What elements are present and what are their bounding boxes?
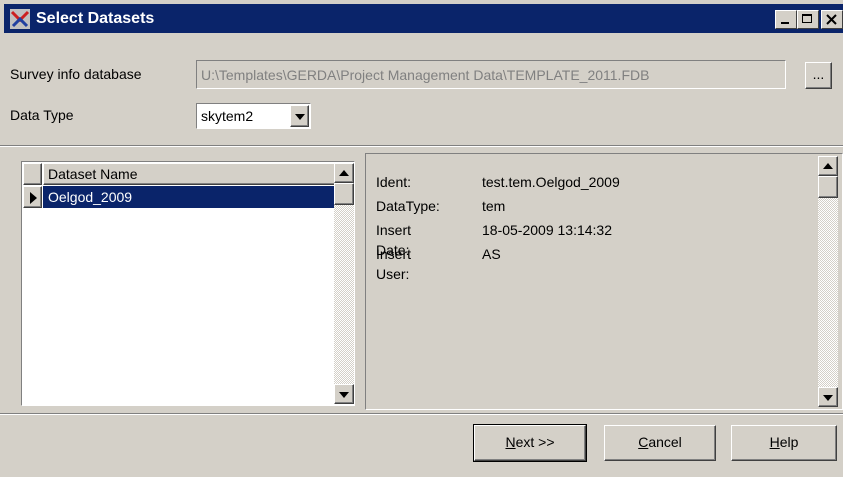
- dataset-info-panel: Ident: test.tem.Oelgod_2009 DataType: te…: [365, 153, 843, 410]
- browse-button[interactable]: ...: [805, 62, 832, 89]
- datatype-value: tem: [482, 198, 506, 214]
- info-scroll-down-button[interactable]: [818, 387, 838, 407]
- grid-scroll-up-button[interactable]: [334, 163, 354, 183]
- info-scroll-thumb[interactable]: [818, 176, 838, 198]
- data-type-dropdown-button[interactable]: [290, 105, 309, 127]
- datatype-label: DataType:: [376, 198, 440, 214]
- survey-info-label: Survey info database: [10, 66, 142, 82]
- next-hotkey: N: [505, 434, 516, 450]
- ident-label: Ident:: [376, 174, 412, 190]
- grid-scrollbar[interactable]: [334, 163, 354, 404]
- minimize-icon: [781, 22, 789, 24]
- next-button[interactable]: Next >>: [473, 424, 587, 462]
- maximize-button[interactable]: [797, 10, 819, 29]
- help-label: elp: [779, 434, 799, 450]
- maximize-icon: [802, 14, 812, 23]
- survey-path-field[interactable]: [196, 60, 786, 89]
- ident-value: test.tem.Oelgod_2009: [482, 174, 620, 190]
- select-datasets-window: Select Datasets Survey info database ...…: [0, 0, 843, 477]
- top-divider: [0, 145, 843, 147]
- grid-scroll-down-button[interactable]: [334, 384, 354, 404]
- info-scroll-up-button[interactable]: [818, 156, 838, 176]
- insert-user-label: Insert User:: [376, 246, 412, 282]
- arrow-up-icon: [823, 163, 833, 169]
- table-row[interactable]: Oelgod_2009: [43, 186, 343, 208]
- window-title: Select Datasets: [36, 10, 155, 27]
- grid-corner-cell: [23, 163, 42, 185]
- cancel-hotkey: C: [638, 434, 649, 450]
- data-type-value: skytem2: [201, 108, 254, 124]
- close-button[interactable]: [821, 10, 843, 29]
- info-scrollbar[interactable]: [818, 156, 838, 407]
- current-row-icon: [30, 192, 37, 204]
- data-type-label: Data Type: [10, 107, 74, 123]
- cancel-label: ancel: [648, 434, 682, 450]
- dataset-grid[interactable]: Dataset Name Oelgod_2009: [21, 161, 355, 406]
- help-button[interactable]: Help: [731, 425, 837, 461]
- help-hotkey: H: [769, 434, 780, 450]
- app-icon: [10, 9, 30, 29]
- data-type-select[interactable]: skytem2: [196, 103, 311, 129]
- title-bar[interactable]: Select Datasets: [4, 4, 843, 33]
- close-icon: [826, 14, 837, 25]
- grid-scroll-thumb[interactable]: [334, 183, 354, 205]
- row-indicator[interactable]: [23, 186, 42, 208]
- arrow-down-icon: [823, 395, 833, 401]
- chevron-down-icon: [294, 114, 305, 120]
- minimize-button[interactable]: [775, 10, 797, 29]
- survey-path-input[interactable]: [201, 65, 779, 84]
- arrow-down-icon: [339, 392, 349, 398]
- cancel-button[interactable]: Cancel: [604, 425, 716, 461]
- insert-user-value: AS: [482, 246, 501, 262]
- bottom-divider: [0, 413, 843, 415]
- next-label: ext >>: [515, 434, 555, 450]
- column-header-dataset-name[interactable]: Dataset Name: [43, 163, 345, 185]
- arrow-up-icon: [339, 170, 349, 176]
- insert-date-value: 18-05-2009 13:14:32: [482, 222, 612, 238]
